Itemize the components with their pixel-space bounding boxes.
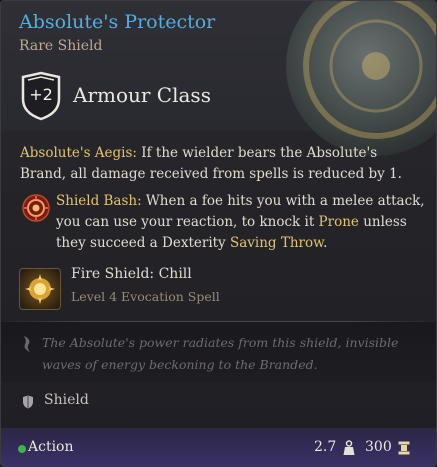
item-rarity: Rare Shield (19, 38, 103, 54)
item-tooltip: Absolute's Protector Rare Shield +2 Armo… (0, 0, 437, 467)
tooltip-header: Absolute's Protector Rare Shield +2 Armo… (1, 1, 436, 156)
passive-aegis: Absolute's Aegis: If the wielder bears t… (20, 143, 420, 185)
weight-icon (343, 440, 355, 455)
fire-shield-glyph (25, 274, 55, 304)
spell-level: Level 4 Evocation Spell (71, 289, 220, 304)
saving-throw-keyword[interactable]: Saving Throw (230, 235, 323, 251)
armour-class-label: Armour Class (73, 83, 211, 107)
shield-icon (23, 395, 33, 409)
fire-shield-icon[interactable] (19, 268, 61, 310)
weight-value: 2.7 (314, 439, 337, 455)
shield-bash-icon (22, 194, 50, 222)
quill-icon (24, 336, 30, 352)
lore-text: The Absolute's power radiates from this … (42, 335, 399, 372)
shield-art (286, 1, 436, 156)
gold-value: 300 (365, 439, 392, 455)
action-label: Action (28, 439, 74, 455)
prone-keyword[interactable]: Prone (319, 214, 359, 230)
item-name: Absolute's Protector (19, 11, 216, 33)
armour-class-value: +2 (29, 85, 53, 104)
action-status-dot (18, 445, 26, 453)
item-type-label: Shield (44, 392, 89, 408)
shield-bash-name: Shield Bash: (56, 193, 142, 209)
gold-icon (398, 441, 410, 455)
shield-bash-text-3: . (323, 235, 328, 251)
spell-name[interactable]: Fire Shield: Chill (71, 266, 192, 282)
aegis-name: Absolute's Aegis: (20, 145, 137, 161)
passive-shield-bash: Shield Bash: When a foe hits you with a … (56, 191, 426, 254)
tooltip-footer: Action 2.7 300 (1, 428, 436, 466)
